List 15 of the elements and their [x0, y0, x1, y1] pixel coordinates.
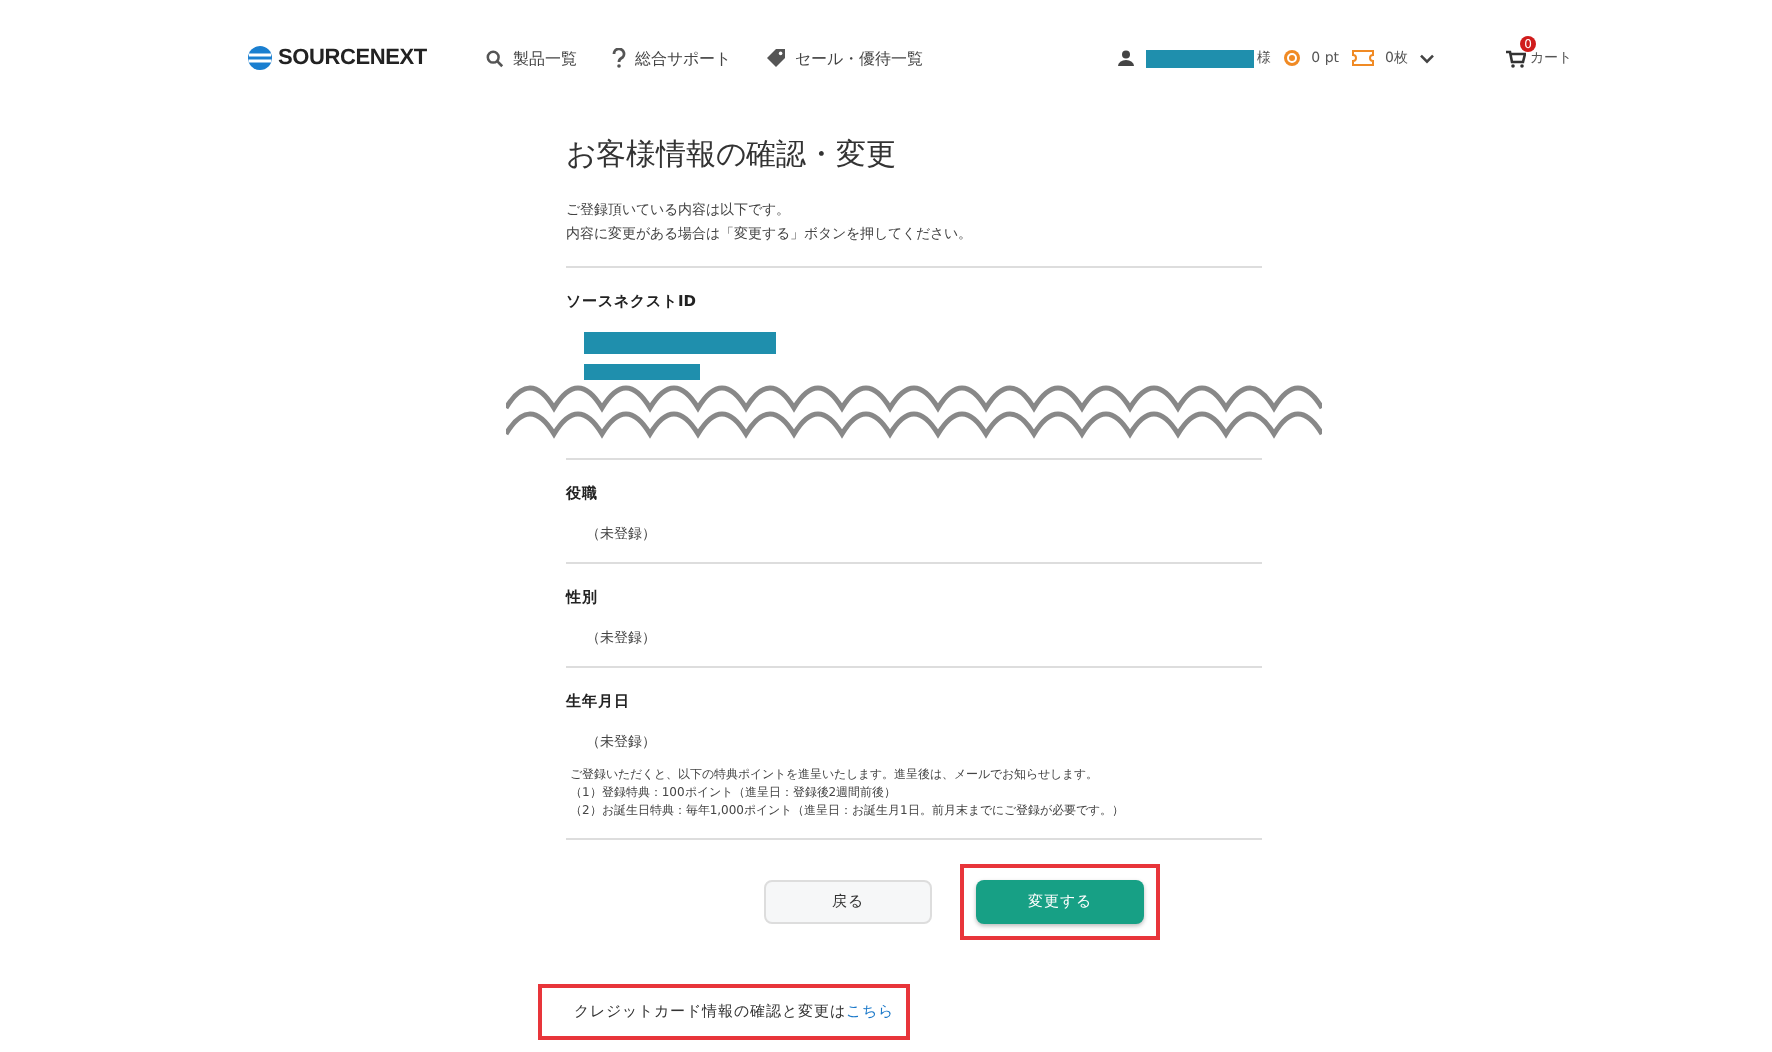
- redacted-name: [1145, 49, 1254, 67]
- question-mark-icon: [612, 48, 627, 68]
- tag-icon: [766, 48, 787, 68]
- search-icon: [486, 49, 505, 67]
- nav-link[interactable]: 総合サポート: [612, 47, 731, 69]
- user-icon: [1117, 50, 1134, 66]
- ticket-icon: [1351, 50, 1374, 66]
- nav-link[interactable]: セール・優待一覧: [766, 47, 923, 69]
- coin-icon: [1283, 50, 1300, 66]
- redacted-value: [584, 364, 700, 380]
- chevron-down-icon[interactable]: [1420, 53, 1434, 63]
- cart-icon[interactable]: [1506, 49, 1526, 67]
- site-logo[interactable]: SOURCENEXT: [248, 46, 427, 70]
- page-title: お客様情報の確認・変更: [566, 136, 898, 174]
- nav-link[interactable]: 製品一覧: [486, 47, 577, 69]
